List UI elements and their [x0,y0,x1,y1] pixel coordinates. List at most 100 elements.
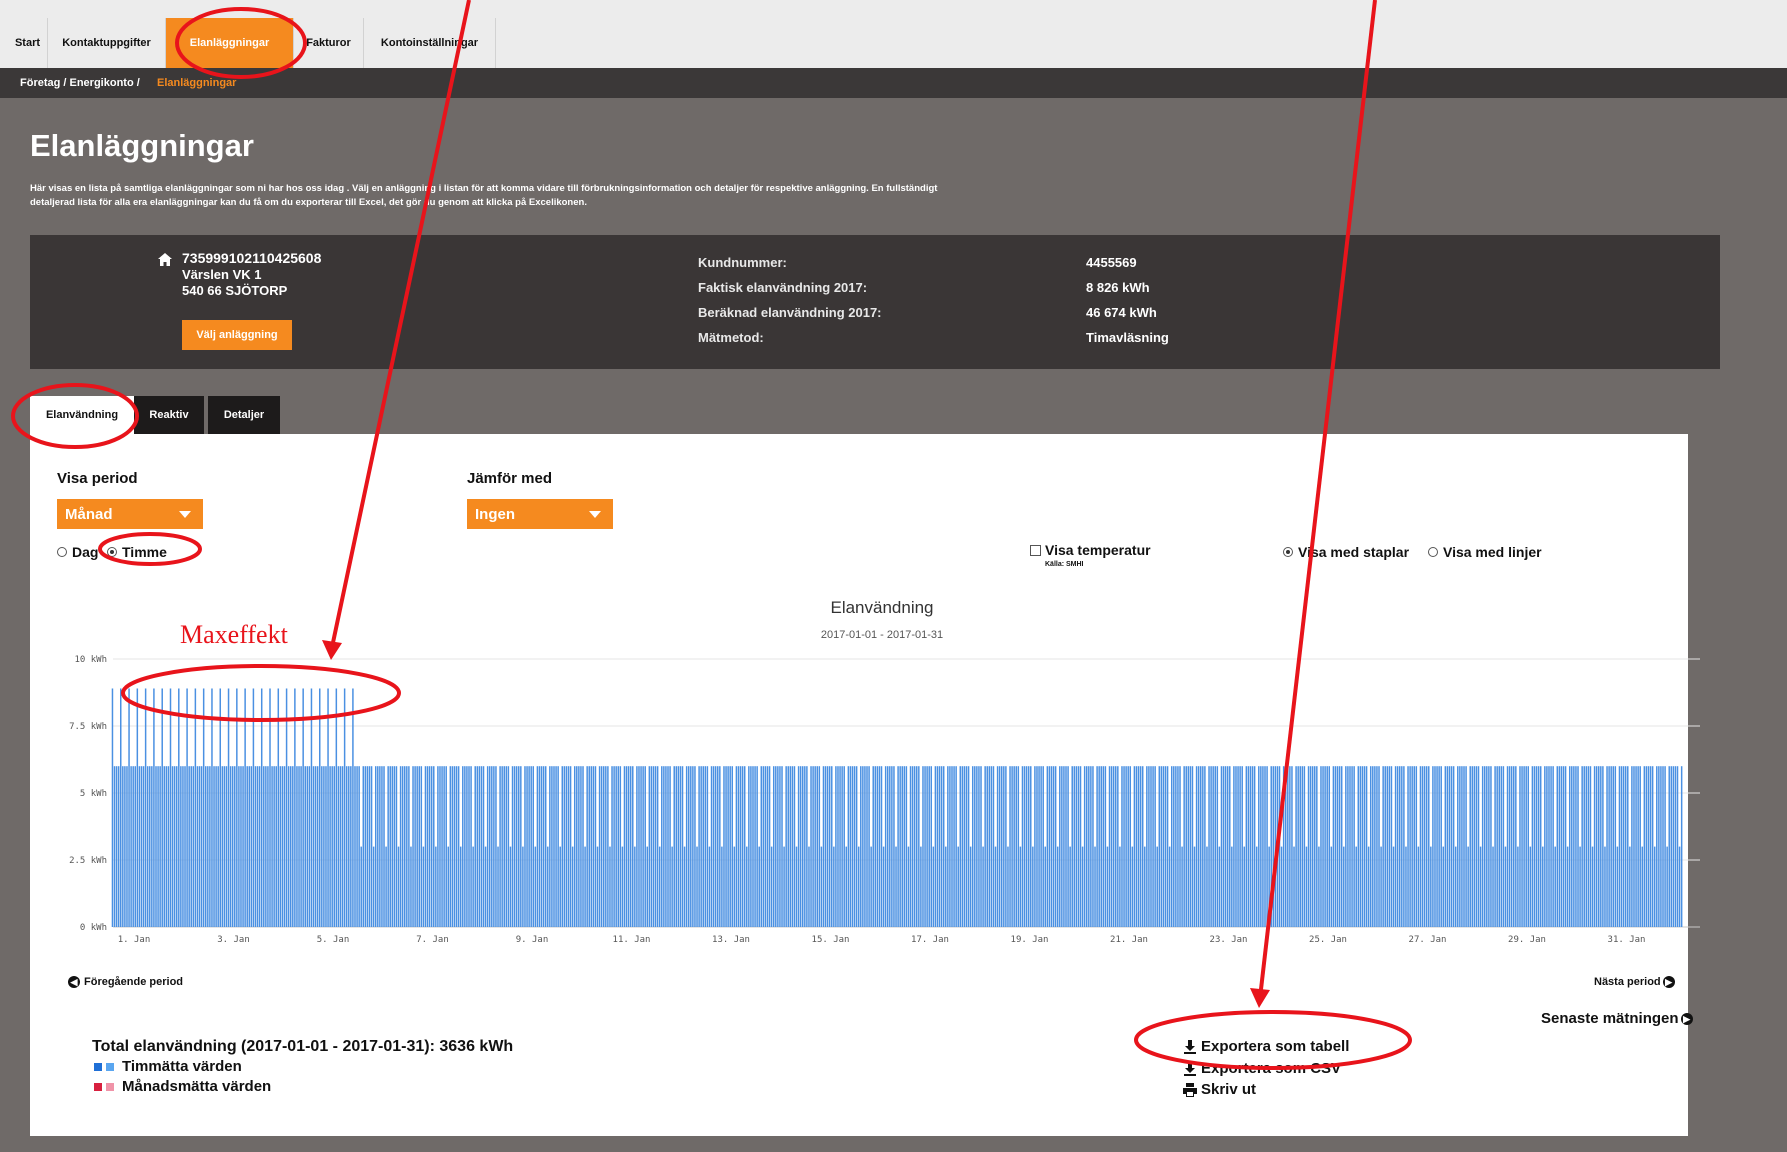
chart-bar [149,766,151,927]
chart-bar [509,846,512,927]
chart-bar [1618,766,1621,927]
chart-bar [793,766,796,927]
export-table-link[interactable]: Exportera som tabell [1183,1038,1349,1055]
nav-tab-facilities[interactable]: Elanläggningar [166,18,294,68]
chart-bar [1135,766,1138,927]
chart-bar [319,688,321,927]
chart-bar [120,688,122,927]
export-table-label: Exportera som tabell [1201,1038,1350,1055]
chart-bar [1332,766,1335,927]
chart-bar [971,766,974,927]
tab-details[interactable]: Detaljer [208,396,280,434]
chart-bar [1459,766,1461,927]
chart-bar [1413,766,1415,927]
chart-title: Elanvändning [830,598,933,617]
metering-method-value: Timavläsning [1086,330,1169,345]
chart-bar [1237,766,1239,927]
chart-bar [918,766,920,927]
breadcrumb-path[interactable]: Företag / Energikonto / [20,77,140,89]
nav-tab-start[interactable]: Start [8,18,48,68]
chart-bar [1121,766,1123,927]
chart-bar [681,766,684,927]
facility-id: 735999102110425608 [182,250,322,266]
chart-bar [169,688,172,927]
chart-bar [957,846,959,927]
show-temperature-option[interactable]: Visa temperatur [1030,542,1151,558]
chart-bar [1059,766,1061,927]
chart-bar [283,766,286,927]
next-period-link[interactable]: Nästa period ▶ [1594,976,1675,988]
select-facility-button[interactable]: Välj anläggning [182,320,292,350]
chart-bar [926,766,928,927]
chart-bar [476,766,479,927]
temperature-checkbox[interactable] [1030,544,1041,556]
chart-bar [1666,846,1668,927]
nav-tab-invoices[interactable]: Fakturor [294,18,364,68]
chart-bar [644,766,646,927]
nav-tab-account-settings[interactable]: Kontoinställningar [364,18,496,68]
chart-bar [1461,766,1463,927]
chart-bar [439,766,441,927]
page-intro: Här visas en lista på samtliga elanläggn… [30,182,1160,210]
chart-bar [828,766,831,927]
compare-dropdown[interactable]: Ingen [467,499,613,529]
chart-bar [1003,766,1005,927]
chart-bar [470,766,472,927]
facility-info-box: 735999102110425608 Värslen VK 1 540 66 S… [30,235,1720,369]
chart-bar [578,766,580,927]
chart-bar [642,766,644,927]
chart-bar [1338,766,1341,927]
chart-bar [1334,766,1337,927]
chart-bar [389,766,391,927]
view-bars-option[interactable]: Visa med staplar [1283,544,1409,560]
chart-bar [1067,766,1069,927]
y-tick-label: 0 kWh [80,923,107,933]
chart-bar [1330,846,1333,927]
chart-bar [480,766,483,927]
chart-bar [551,766,553,927]
chart-bar [1204,766,1206,927]
actual-usage-label: Faktisk elanvändning 2017: [698,280,868,295]
radio-bars[interactable] [1283,547,1293,557]
chart-bar [992,766,995,927]
chart-bar [497,846,499,927]
chart-bar [1560,766,1563,927]
chart-bar [433,766,435,927]
chart-bar [211,688,213,927]
chart-bar [1297,766,1299,927]
latest-measurement-link[interactable]: Senaste mätningen ▶ [1541,1010,1693,1027]
chart-bar [596,846,599,927]
chart-bar [1585,766,1588,927]
chart-bar [1027,766,1030,927]
chart-bar [1467,846,1469,927]
chart-bar [706,766,709,927]
tab-reactive[interactable]: Reaktiv [134,396,204,434]
radio-hour[interactable] [107,547,117,557]
resolution-hour-option[interactable]: Timme [107,544,167,560]
nav-tab-contact[interactable]: Kontaktuppgifter [48,18,166,68]
tab-electricity-usage[interactable]: Elanvändning [30,396,134,434]
chart-bar [236,688,238,927]
chart-bar [246,766,248,927]
chart-bar [625,766,628,927]
chart-bar [945,846,947,927]
view-bars-label: Visa med staplar [1298,544,1410,560]
chart-bar [727,766,729,927]
chart-bar [1513,766,1515,927]
chart-bar [171,766,174,927]
chart-bar [310,688,313,927]
print-link[interactable]: Skriv ut [1183,1081,1256,1098]
previous-period-link[interactable]: ◀ Föregående period [68,976,183,988]
chart-bar [1044,846,1047,927]
radio-day[interactable] [57,547,67,557]
chart-bar [1542,846,1544,927]
export-csv-link[interactable]: Exportera som CSV [1183,1060,1341,1077]
chart-bar [708,846,711,927]
chart-bar [1419,766,1422,927]
radio-lines[interactable] [1428,547,1438,557]
resolution-day-option[interactable]: Dag [57,544,98,560]
chart-bar [441,766,443,927]
period-dropdown[interactable]: Månad [57,499,203,529]
chart-bar [1094,846,1096,927]
view-lines-option[interactable]: Visa med linjer [1428,544,1542,560]
